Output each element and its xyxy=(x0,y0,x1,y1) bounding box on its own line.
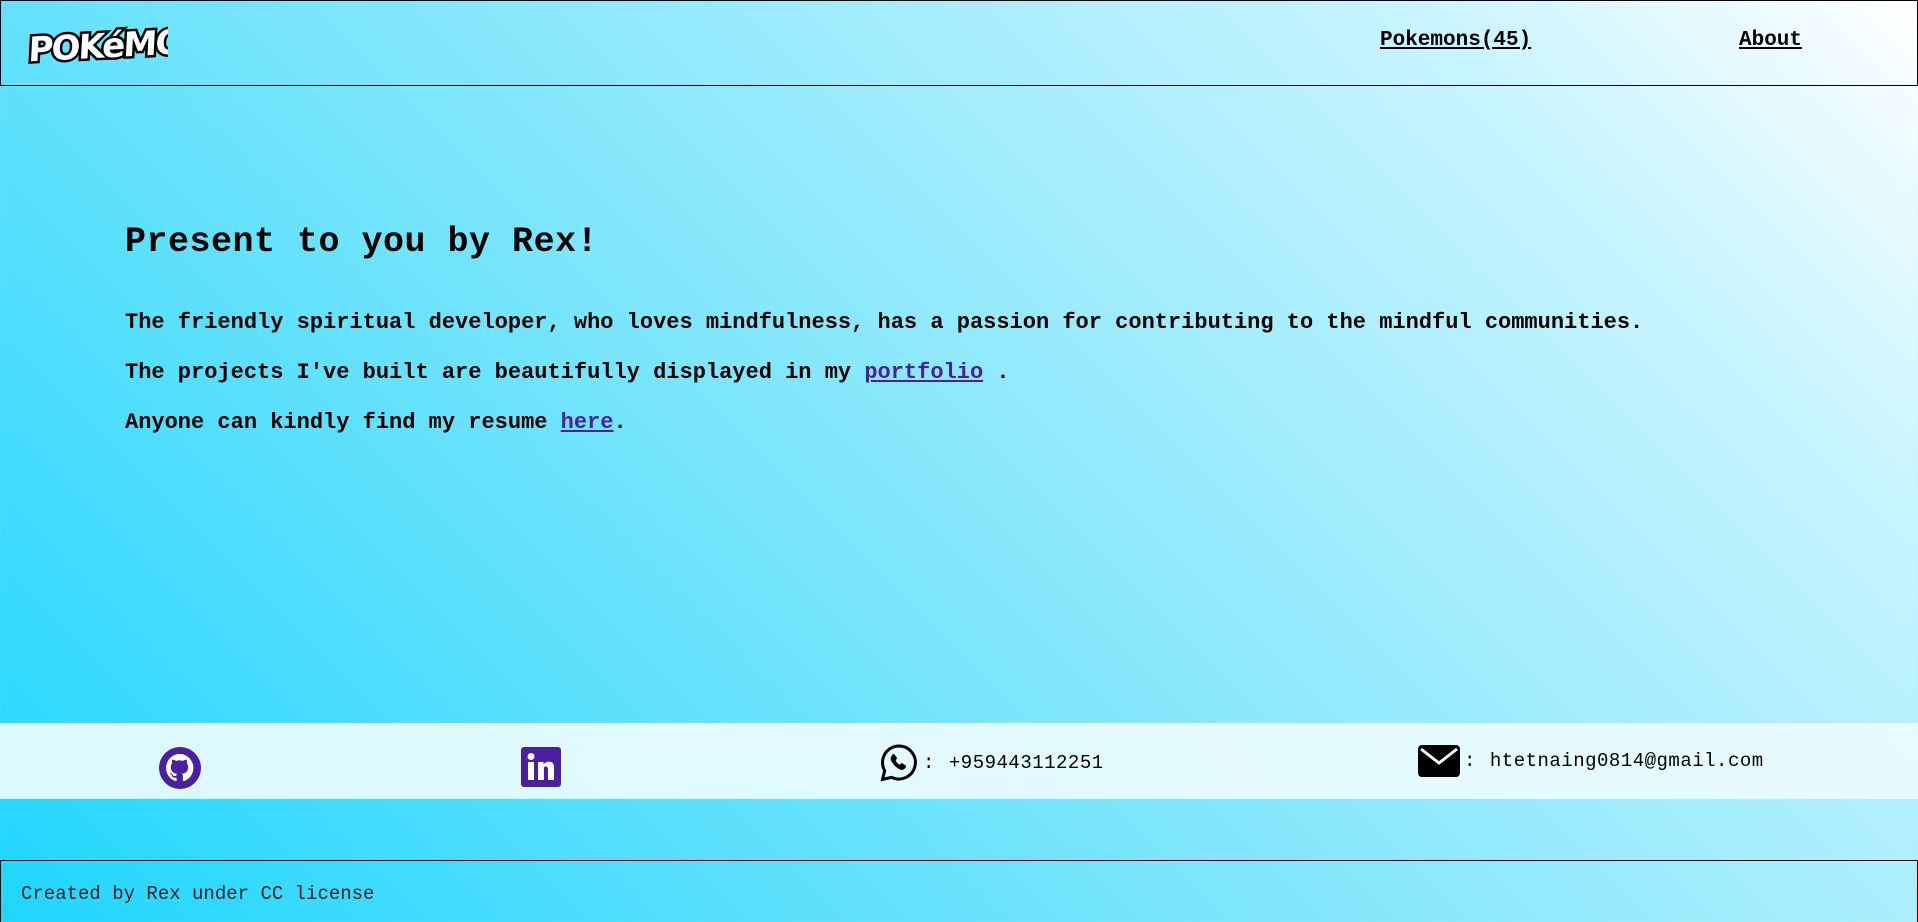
envelope-icon[interactable] xyxy=(1418,745,1460,777)
nav-pokemons-link[interactable]: Pokemons(45) xyxy=(1380,29,1531,52)
portfolio-link[interactable]: portfolio xyxy=(864,360,983,385)
projects-prefix: The projects I've built are beautifully … xyxy=(125,360,865,385)
resume-suffix: . xyxy=(613,410,627,435)
github-icon[interactable] xyxy=(159,747,201,789)
site-header: POKéMON Pokemons(45) About xyxy=(0,0,1918,86)
page-title: Present to you by Rex! xyxy=(125,222,599,262)
phone-separator: : xyxy=(923,752,935,774)
svg-text:POKéMON: POKéMON xyxy=(28,21,168,68)
email-address: htetnaing0814@gmail.com xyxy=(1489,750,1764,772)
projects-suffix: . xyxy=(983,360,1010,385)
nav-about-link[interactable]: About xyxy=(1739,29,1802,52)
projects-text: The projects I've built are beautifully … xyxy=(125,360,1765,385)
github-link[interactable] xyxy=(159,747,201,789)
resume-link[interactable]: here xyxy=(561,410,614,435)
email-contact: : htetnaing0814@gmail.com xyxy=(1418,745,1764,777)
intro-text: The friendly spiritual developer, who lo… xyxy=(125,310,1644,335)
email-separator: : xyxy=(1464,750,1476,772)
linkedin-link[interactable] xyxy=(521,747,561,787)
resume-prefix: Anyone can kindly find my resume xyxy=(125,410,561,435)
about-section: Present to you by Rex! The friendly spir… xyxy=(125,222,1765,460)
pokemon-logo[interactable]: POKéMON xyxy=(25,14,213,73)
phone-number: +959443112251 xyxy=(948,752,1104,774)
contact-bar: : +959443112251 : htetnaing0814@gmail.co… xyxy=(0,723,1918,799)
whatsapp-icon[interactable] xyxy=(879,743,919,783)
footer-text: Created by Rex under CC license xyxy=(21,883,375,905)
linkedin-icon[interactable] xyxy=(521,747,561,787)
resume-text: Anyone can kindly find my resume here. xyxy=(125,410,1765,435)
phone-contact: : +959443112251 xyxy=(879,743,1104,783)
site-footer: Created by Rex under CC license xyxy=(0,860,1918,922)
